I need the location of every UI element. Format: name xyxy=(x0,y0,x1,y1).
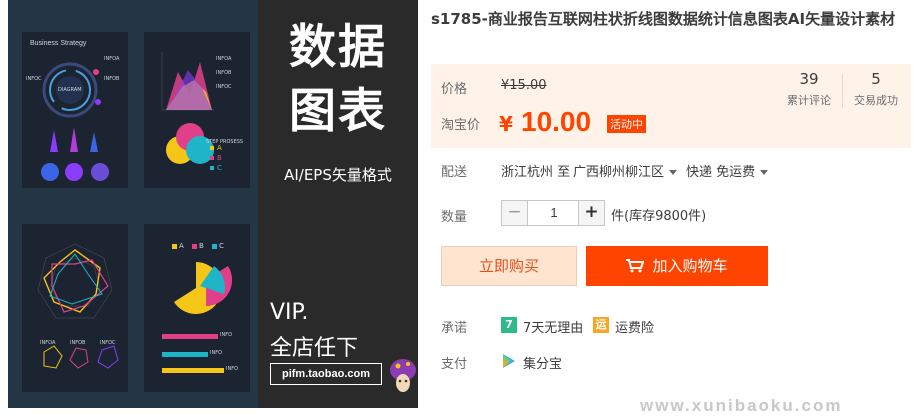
diagram-info-label: INFOC xyxy=(26,76,42,82)
shipping-method-text: 快递 免运费 xyxy=(686,165,756,180)
radar-info-label: INFOC xyxy=(100,340,116,346)
legend-label: A xyxy=(217,144,222,152)
stat-transactions: 5 交易成功 xyxy=(843,70,909,108)
preview-card-area-chart: INFOA INFOB INFOC STEP PROSESS A B C xyxy=(144,32,250,188)
diagram-info-label: INFOB xyxy=(104,76,120,82)
quantity-label: 数量 xyxy=(441,210,468,225)
preview-card-radar: INFOA INFOB INFOC xyxy=(22,224,128,392)
legend-label: B xyxy=(217,154,222,162)
area-chart-graphic xyxy=(161,52,214,170)
destination-text: 广西柳州柳江区 xyxy=(573,165,665,180)
banner-heading-line2: 图表 xyxy=(289,84,387,139)
review-label: 累计评论 xyxy=(787,94,831,107)
pie-legend-label: A xyxy=(179,242,184,250)
shipping-method-select[interactable]: 快递 免运费 xyxy=(686,161,769,180)
jifenbao-icon xyxy=(503,354,515,368)
quantity-input[interactable] xyxy=(529,201,579,225)
increase-button[interactable]: + xyxy=(578,201,604,225)
original-price: ¥15.00 xyxy=(501,78,547,93)
promise-label: 承诺 xyxy=(441,321,468,336)
add-to-cart-label: 加入购物车 xyxy=(652,257,728,275)
shipping-insurance-link[interactable]: 运费险 xyxy=(615,317,654,336)
legend-label: C xyxy=(217,164,222,172)
bar-info-label: INFO xyxy=(210,350,223,356)
radar-info-label: INFOB xyxy=(70,340,86,346)
chevron-down-icon xyxy=(760,170,769,175)
seven-day-return-icon: 7 xyxy=(501,317,517,333)
mascot-icon xyxy=(390,359,416,392)
currency-symbol: ¥ xyxy=(499,112,513,136)
preview-card-diagram: Business Strategy DIAGRAM INFOA INFOB IN… xyxy=(22,32,128,188)
area-info-label: INFOA xyxy=(216,56,232,62)
price-panel: 价格 ¥15.00 淘宝价 ¥ 10.00 活动中 39 累计评论 5 交易成功 xyxy=(431,64,911,148)
diagram-info-label: INFOA xyxy=(104,56,120,62)
shipping-destination-select[interactable]: 广西柳州柳江区 xyxy=(573,161,678,180)
cart-icon xyxy=(626,259,645,273)
shipping-insurance-icon: 运 xyxy=(593,317,609,333)
radar-info-label: INFOA xyxy=(40,340,56,346)
banner-vip: VIP. xyxy=(270,300,309,325)
transaction-count: 5 xyxy=(871,70,881,88)
shipping-origin: 浙江杭州 至 xyxy=(501,165,571,180)
banner-shop-all: 全店任下 xyxy=(270,336,359,361)
buy-now-button[interactable]: 立即购买 xyxy=(441,246,577,286)
add-to-cart-button[interactable]: 加入购物车 xyxy=(586,246,768,286)
pie-legend-label: C xyxy=(219,242,224,250)
stock-info: 件(库存9800件) xyxy=(611,209,707,224)
area-info-label: INFOB xyxy=(216,70,232,76)
bar-info-label: INFO xyxy=(226,366,239,372)
payment-method: 集分宝 xyxy=(523,357,563,372)
diagram-label: DIAGRAM xyxy=(58,87,82,93)
price-label: 价格 xyxy=(441,82,468,97)
shipping-label: 配送 xyxy=(441,165,468,180)
infographic-preview: Business Strategy DIAGRAM INFOA INFOB IN… xyxy=(8,0,258,408)
seven-day-return-link[interactable]: 7天无理由 xyxy=(523,317,583,336)
radar-chart-graphic xyxy=(37,243,119,369)
taobao-price-label: 淘宝价 xyxy=(441,118,481,133)
quantity-stepper: − + xyxy=(501,200,605,226)
bar-info-label: INFO xyxy=(220,332,233,338)
preview-card-pie: A B C INFO INFO INFO xyxy=(144,224,250,392)
banner-format: AI/EPS矢量格式 xyxy=(284,166,392,184)
area-info-label: INFOC xyxy=(216,84,232,90)
promo-banner: 数据 图表 AI/EPS矢量格式 VIP. 全店任下 pifm.taobao.c… xyxy=(258,0,418,408)
current-price: 10.00 xyxy=(521,106,592,137)
promo-badge: 活动中 xyxy=(607,115,646,133)
step-process-label: STEP PROSESS xyxy=(206,139,244,145)
payment-label: 支付 xyxy=(441,357,468,372)
product-image[interactable]: Business Strategy DIAGRAM INFOA INFOB IN… xyxy=(8,0,418,408)
site-watermark: www.xunibaoku.com xyxy=(640,396,843,415)
decrease-button[interactable]: − xyxy=(502,201,528,225)
product-title: s1785-商业报告互联网柱状折线图数据统计信息图表AI矢量设计素材 xyxy=(431,10,896,28)
pie-legend-label: B xyxy=(199,242,204,250)
shop-url: pifm.taobao.com xyxy=(270,363,382,385)
transaction-label: 交易成功 xyxy=(854,94,898,107)
review-count: 39 xyxy=(799,70,819,88)
stat-reviews[interactable]: 39 累计评论 xyxy=(776,70,842,108)
chevron-down-icon xyxy=(669,170,678,175)
banner-heading-line1: 数据 xyxy=(289,20,387,75)
